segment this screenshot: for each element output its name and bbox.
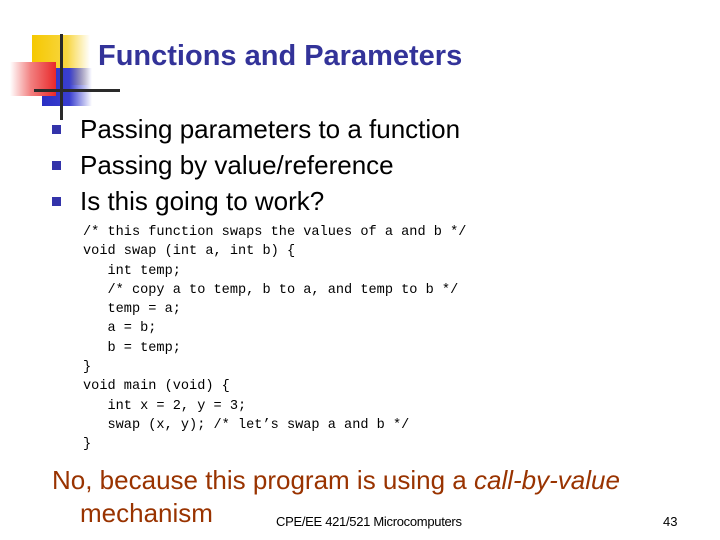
- bullet-text: Passing parameters to a function: [80, 113, 461, 144]
- bullet-item: Passing by value/reference: [52, 147, 460, 183]
- answer-suffix: mechanism: [80, 498, 213, 528]
- code-line: void swap (int a, int b) {: [83, 244, 296, 260]
- code-line: int x = 2, y = 3;: [83, 398, 247, 414]
- square-bullet-icon: [52, 196, 61, 206]
- footer-course-name: CPE/EE 421/521 Microcomputers: [276, 514, 462, 529]
- code-line: }: [83, 437, 92, 453]
- slide-title: Functions and Parameters: [98, 40, 463, 72]
- page-number: 43: [663, 514, 678, 529]
- code-line: b = temp;: [83, 340, 181, 356]
- code-line: a = b;: [83, 321, 157, 337]
- code-line: /* this function swaps the values of a a…: [83, 225, 467, 240]
- code-line: }: [83, 360, 92, 376]
- code-line: /* copy a to temp, b to a, and temp to b…: [83, 282, 459, 298]
- logo-horizontal-line: [34, 89, 120, 92]
- code-line: temp = a;: [83, 302, 181, 318]
- logo-vertical-line: [60, 34, 63, 120]
- square-bullet-icon: [52, 160, 61, 170]
- bullet-item: Passing parameters to a function: [52, 111, 460, 147]
- answer-prefix: No, because this program is using a: [52, 465, 474, 495]
- code-block: /* this function swaps the values of a a…: [83, 223, 466, 455]
- answer-emphasis: call-by-value: [474, 465, 620, 495]
- bullet-item: Is this going to work?: [52, 183, 460, 219]
- code-line: swap (x, y); /* let’s swap a and b */: [83, 417, 410, 433]
- bullet-text: Passing by value/reference: [80, 149, 394, 180]
- square-bullet-icon: [52, 124, 61, 134]
- code-line: int temp;: [83, 263, 181, 279]
- bullet-list: Passing parameters to a function Passing…: [52, 111, 460, 219]
- bullet-text: Is this going to work?: [80, 185, 325, 216]
- code-line: void main (void) {: [83, 379, 230, 395]
